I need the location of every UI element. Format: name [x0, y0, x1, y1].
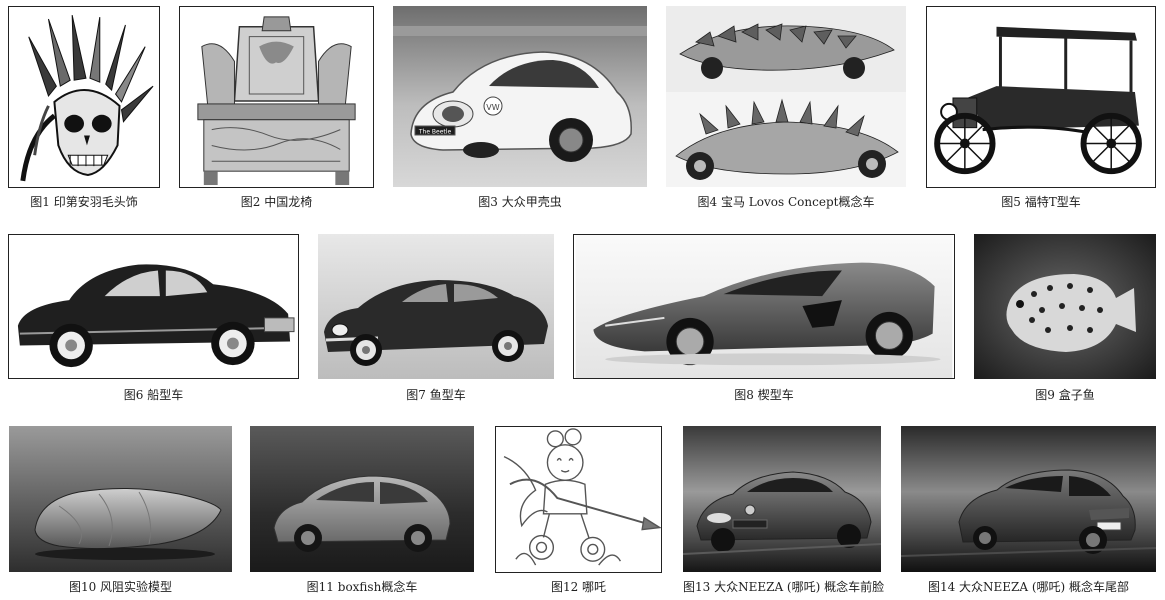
figure-1-indian-headdress: [8, 6, 160, 188]
figure-3-vw-beetle: VW The Beetle: [393, 6, 647, 187]
ship-shaped-car-image: [10, 235, 297, 378]
figure-2-dragon-throne: [179, 6, 374, 188]
caption-figure-11: 图11 boxfish概念车: [306, 580, 418, 594]
figure-5-ford-model-t: [926, 6, 1156, 188]
chinese-dragon-throne-image: [180, 7, 373, 187]
fish-shaped-car-image: [318, 234, 554, 379]
figure-14-neeza-rear: [901, 426, 1156, 572]
caption-figure-8: 图8 楔型车: [734, 388, 794, 402]
svg-text:VW: VW: [486, 103, 499, 112]
caption-figure-14: 图14 大众NEEZA (哪吒) 概念车尾部: [927, 580, 1130, 594]
figure-8-wedge-car: [573, 234, 955, 379]
caption-figure-5: 图5 福特T型车: [1001, 195, 1081, 209]
caption-figure-10: 图10 风阻实验模型: [68, 580, 173, 594]
figure-12-nezha: [495, 426, 662, 573]
beetle-plate-label: The Beetle: [418, 129, 452, 136]
figure-7-fish-car: [318, 234, 554, 379]
caption-figure-1: 图1 印第安羽毛头饰: [30, 195, 138, 209]
neeza-concept-rear-image: [901, 426, 1156, 572]
nezha-drawing-image: [496, 427, 661, 572]
caption-figure-13: 图13 大众NEEZA (哪吒) 概念车前脸: [683, 580, 885, 594]
caption-figure-7: 图7 鱼型车: [406, 388, 466, 402]
indian-feather-headdress-skull-image: [9, 7, 159, 187]
caption-figure-3: 图3 大众甲壳虫: [478, 195, 562, 209]
wind-resistance-model-image: [9, 426, 232, 572]
caption-figure-9: 图9 盒子鱼: [1035, 388, 1095, 402]
neeza-concept-front-image: [683, 426, 881, 572]
vw-beetle-car-image: VW The Beetle: [393, 6, 647, 187]
bmw-lovos-concept-car-image: [666, 6, 906, 187]
ford-model-t-image: [927, 7, 1155, 187]
wedge-shaped-car-image: [575, 235, 953, 378]
figure-4-bmw-lovos: [666, 6, 906, 187]
caption-figure-2: 图2 中国龙椅: [240, 195, 313, 209]
caption-figure-12: 图12 哪吒: [550, 580, 607, 594]
boxfish-concept-car-image: [250, 426, 474, 572]
boxfish-image: [974, 234, 1156, 379]
figure-9-boxfish: [974, 234, 1156, 379]
figure-6-ship-car: [8, 234, 299, 379]
caption-figure-6: 图6 船型车: [123, 388, 184, 402]
figure-13-neeza-front: [683, 426, 881, 572]
figure-10-wind-model: [9, 426, 232, 572]
figure-11-boxfish-car: [250, 426, 474, 572]
caption-figure-4: 图4 宝马 Lovos Concept概念车: [697, 195, 875, 209]
